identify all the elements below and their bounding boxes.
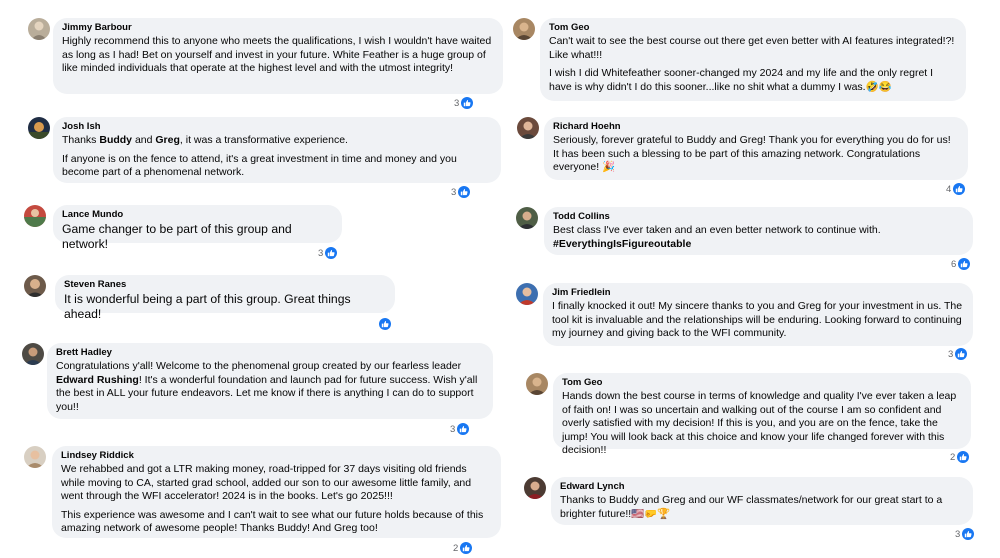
comment-text: If anyone is on the fence to attend, it'… (62, 152, 457, 179)
commenter-name[interactable]: Jimmy Barbour (62, 22, 494, 34)
reaction-count[interactable]: 3 (955, 528, 975, 540)
comment-text: Seriously, forever grateful to Buddy and… (553, 134, 951, 174)
commenter-name[interactable]: Richard Hoehn (553, 121, 959, 133)
avatar[interactable] (517, 117, 539, 139)
commenter-name[interactable]: Lance Mundo (62, 209, 333, 221)
comment-text: This experience was awesome and I can't … (61, 508, 484, 535)
commenter-name[interactable]: Steven Ranes (64, 279, 386, 291)
avatar[interactable] (524, 477, 546, 499)
comment-text: I wish I did Whitefeather sooner-changed… (549, 67, 934, 93)
avatar[interactable] (28, 18, 50, 40)
comment-text: Congratulations y'all! Welcome to the ph… (56, 360, 478, 413)
reaction-count[interactable]: 3 (451, 186, 471, 198)
comment-bubble: Richard Hoehn Seriously, forever gratefu… (544, 117, 968, 180)
commenter-name[interactable]: Todd Collins (553, 211, 964, 223)
reaction-count[interactable]: 3 (318, 247, 338, 259)
reaction-count[interactable]: 2 (950, 451, 970, 463)
comment-text: Hands down the best course in terms of k… (562, 390, 957, 457)
comment-bubble: Josh Ish Thanks Buddy and Greg, it was a… (53, 117, 501, 183)
like-thumbs-up-icon (953, 183, 966, 195)
reaction-count[interactable]: 3 (454, 97, 474, 109)
reaction-count[interactable]: 3 (450, 423, 470, 435)
comment-text: I finally knocked it out! My sincere tha… (552, 300, 963, 340)
avatar[interactable] (516, 207, 538, 229)
comment-text: It is wonderful being a part of this gro… (64, 292, 351, 321)
reaction-count[interactable]: 6 (951, 258, 971, 270)
like-thumbs-up-icon (962, 528, 975, 540)
comment-text: Thanks Buddy and Greg, it was a transfor… (62, 134, 348, 146)
commenter-name[interactable]: Edward Lynch (560, 481, 964, 493)
like-thumbs-up-icon (325, 247, 338, 259)
avatar[interactable] (24, 275, 46, 297)
comment-bubble: Lindsey Riddick We rehabbed and got a LT… (52, 446, 501, 538)
comment-text: Game changer to be part of this group an… (62, 222, 292, 251)
comment-text: Thanks to Buddy and Greg and our WF clas… (560, 494, 943, 520)
like-thumbs-up-icon (379, 318, 391, 330)
like-thumbs-up-icon (461, 97, 474, 109)
avatar[interactable] (24, 446, 46, 468)
comment-bubble: Todd Collins Best class I've ever taken … (544, 207, 973, 255)
avatar[interactable] (526, 373, 548, 395)
comment-text: Best class I've ever taken and an even b… (553, 224, 881, 250)
reaction-count[interactable] (379, 318, 391, 330)
commenter-name[interactable]: Lindsey Riddick (61, 450, 492, 462)
like-thumbs-up-icon (460, 542, 473, 554)
comment-text: Highly recommend this to anyone who meet… (62, 35, 492, 75)
reaction-count[interactable]: 4 (946, 183, 966, 195)
like-thumbs-up-icon (458, 186, 471, 198)
like-thumbs-up-icon (958, 258, 971, 270)
comment-bubble: Brett Hadley Congratulations y'all! Welc… (47, 343, 493, 419)
avatar[interactable] (22, 343, 44, 365)
like-thumbs-up-icon (955, 348, 968, 360)
comment-bubble: Tom Geo Hands down the best course in te… (553, 373, 971, 456)
comment-bubble: Lance Mundo Game changer to be part of t… (53, 205, 342, 251)
comment-text: We rehabbed and got a LTR making money, … (61, 463, 472, 503)
commenter-name[interactable]: Josh Ish (62, 121, 492, 133)
comment-bubble: Steven Ranes It is wonderful being a par… (55, 275, 395, 321)
avatar[interactable] (24, 205, 46, 227)
reaction-count[interactable]: 3 (948, 348, 968, 360)
avatar[interactable] (513, 18, 535, 40)
comment-bubble: Jim Friedlein I finally knocked it out! … (543, 283, 973, 346)
reaction-count[interactable]: 2 (453, 542, 473, 554)
commenter-name[interactable]: Brett Hadley (56, 347, 484, 359)
commenter-name[interactable]: Jim Friedlein (552, 287, 964, 299)
comment-bubble: Tom Geo Can't wait to see the best cours… (540, 18, 966, 101)
comment-bubble: Edward Lynch Thanks to Buddy and Greg an… (551, 477, 973, 525)
avatar[interactable] (28, 117, 50, 139)
like-thumbs-up-icon (457, 423, 470, 435)
like-thumbs-up-icon (957, 451, 970, 463)
commenter-name[interactable]: Tom Geo (562, 377, 962, 389)
commenter-name[interactable]: Tom Geo (549, 22, 957, 34)
comment-bubble: Jimmy Barbour Highly recommend this to a… (53, 18, 503, 94)
comment-text: Can't wait to see the best course out th… (549, 35, 955, 61)
avatar[interactable] (516, 283, 538, 305)
